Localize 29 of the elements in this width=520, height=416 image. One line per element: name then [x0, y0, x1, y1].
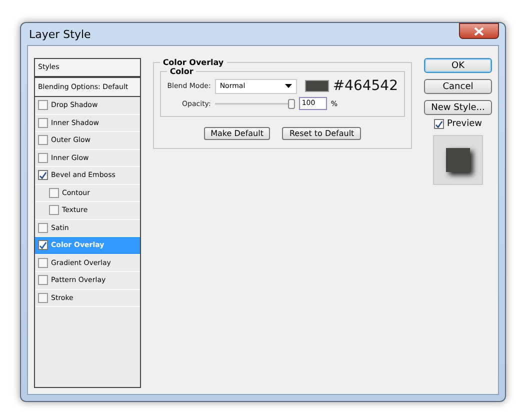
checkbox[interactable]: [38, 135, 48, 146]
checkbox[interactable]: [49, 188, 59, 198]
checkbox[interactable]: [38, 258, 48, 268]
checkbox[interactable]: [38, 118, 48, 128]
color-hex-code: #464542: [332, 78, 398, 94]
checkbox[interactable]: [38, 292, 48, 303]
slider-thumb[interactable]: [288, 98, 295, 108]
preview-label: Preview: [446, 119, 482, 129]
color-swatch[interactable]: [304, 80, 329, 92]
checkbox[interactable]: [38, 170, 48, 180]
default-button[interactable]: Reset to Default: [282, 127, 362, 140]
group-title: Color Overlay: [162, 58, 225, 67]
window-title: Layer Style: [28, 28, 91, 40]
close-button[interactable]: [459, 23, 499, 39]
default-button[interactable]: Make Default: [204, 127, 270, 140]
cancel-button[interactable]: Cancel: [424, 79, 492, 94]
ok-button[interactable]: OK: [424, 58, 492, 73]
preview-checkbox[interactable]: [434, 119, 444, 129]
checkbox[interactable]: [38, 152, 48, 163]
close-icon: [474, 26, 484, 36]
checkbox[interactable]: [49, 205, 59, 216]
group-title: Color: [168, 67, 194, 76]
new-style-button[interactable]: New Style...: [424, 100, 492, 115]
preview-thumbnail: [433, 135, 483, 185]
checkbox[interactable]: [38, 240, 48, 250]
checkbox[interactable]: [38, 275, 48, 286]
checkbox[interactable]: [38, 100, 48, 110]
checkbox[interactable]: [38, 222, 48, 233]
caret-icon: [284, 84, 292, 88]
